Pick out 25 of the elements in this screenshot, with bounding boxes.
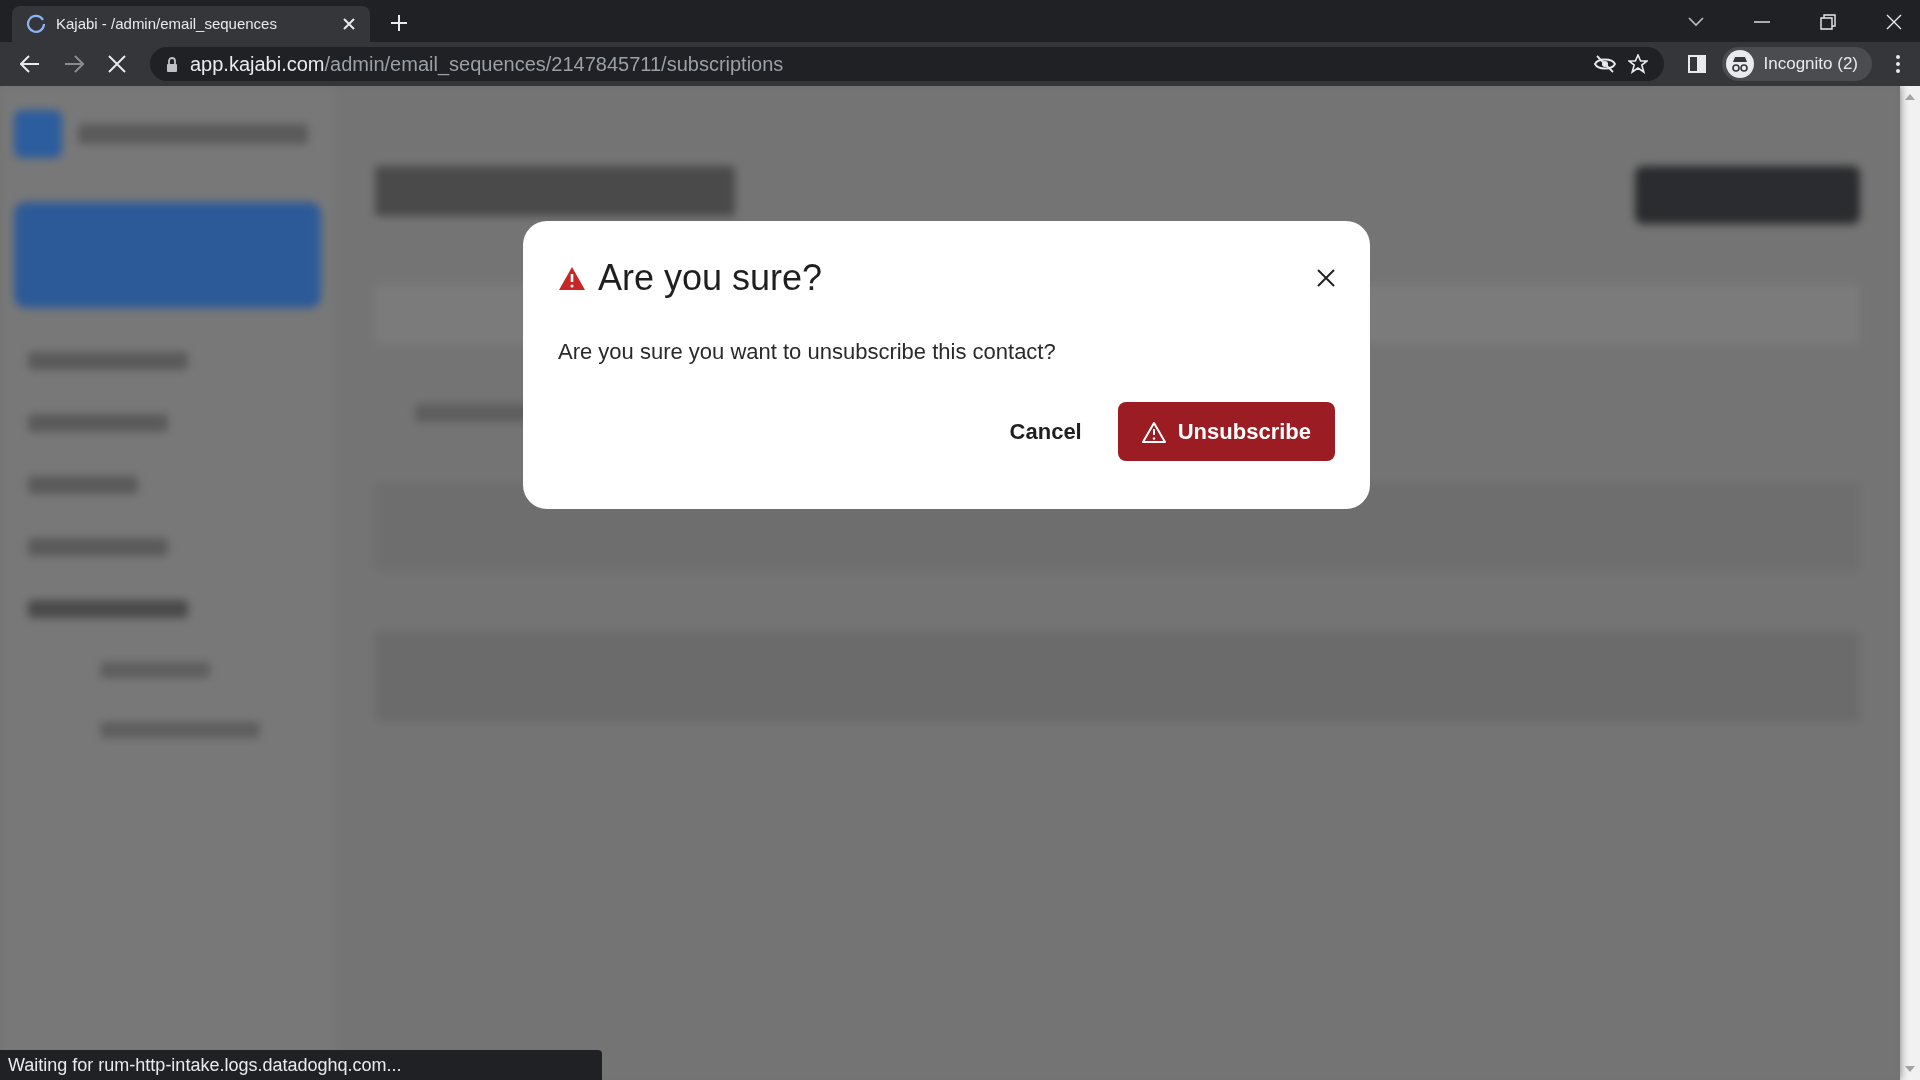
bookmark-star-icon[interactable] <box>1627 54 1648 74</box>
menu-icon[interactable] <box>1896 55 1900 73</box>
forward-icon[interactable] <box>64 55 84 73</box>
incognito-icon <box>1725 50 1754 78</box>
back-icon[interactable] <box>20 55 40 73</box>
status-bar: Waiting for rum-http-intake.logs.datadoghq.com... <box>0 1050 602 1080</box>
lock-icon <box>166 56 178 72</box>
close-icon[interactable] <box>1317 269 1335 287</box>
dialog-message: Are you sure you want to unsubscribe this contact? <box>558 338 1057 366</box>
new-tab-icon[interactable] <box>390 14 408 32</box>
eye-off-icon[interactable] <box>1593 55 1616 73</box>
dialog-title: Are you sure? <box>598 256 824 300</box>
restore-icon[interactable] <box>1820 14 1836 30</box>
warning-icon <box>1141 420 1166 443</box>
tab-list-icon[interactable] <box>1688 17 1704 27</box>
warning-icon <box>558 265 586 291</box>
side-panel-icon[interactable] <box>1687 55 1706 73</box>
cancel-button[interactable]: Cancel <box>997 402 1094 461</box>
tab-title: Kajabi - /admin/email_sequences <box>56 13 278 34</box>
url-text: app.kajabi.com/admin/email_sequences/2147845711/subscriptions <box>190 52 785 78</box>
unsubscribe-button[interactable]: Unsubscribe <box>1117 402 1335 461</box>
stop-loading-icon[interactable] <box>108 55 126 73</box>
browser-tab[interactable]: Kajabi - /admin/email_sequences <box>12 6 370 42</box>
incognito-profile-button[interactable]: Incognito (2) <box>1721 47 1872 81</box>
address-bar[interactable]: app.kajabi.com/admin/email_sequences/2147845711/subscriptions <box>150 47 1664 81</box>
